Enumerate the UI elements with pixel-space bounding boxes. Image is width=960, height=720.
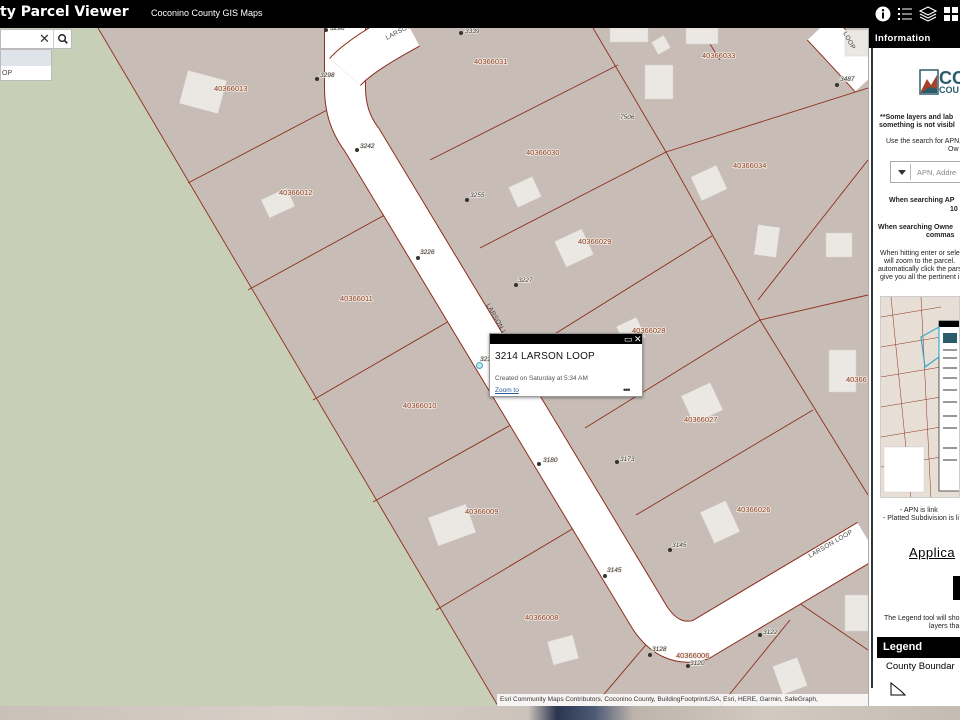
svg-text:3226: 3226 <box>420 249 435 256</box>
chevron-down-icon[interactable] <box>893 164 911 180</box>
parcel-label: 40366031 <box>474 57 507 66</box>
app-header: ty Parcel Viewer Coconino County GIS Map… <box>0 0 960 28</box>
panel-scrollbar[interactable] <box>871 48 873 688</box>
parcel-label: 40366012 <box>279 188 312 197</box>
search-box: ✕ <box>0 29 72 49</box>
svg-text:3122: 3122 <box>763 629 778 636</box>
map-view[interactable]: 40366013 40366031 40366033 40366030 4036… <box>0 28 868 706</box>
parcel-label: 40366013 <box>214 84 247 93</box>
help-text: - Platted Subdivision is li <box>883 515 959 522</box>
svg-text:7506: 7506 <box>620 114 635 121</box>
svg-text:3255: 3255 <box>470 192 485 199</box>
svg-text:3120: 3120 <box>690 660 705 667</box>
popup-titlebar: ▭ ✕ <box>490 334 642 344</box>
svg-text:3145: 3145 <box>607 567 622 574</box>
parcel-label: 40366030 <box>526 148 559 157</box>
zoom-to-link[interactable]: Zoom to <box>495 387 519 394</box>
parcel-label: 40366027 <box>684 415 717 424</box>
close-icon[interactable]: ✕ <box>634 334 642 344</box>
svg-text:3227: 3227 <box>518 277 533 284</box>
suggestion-item[interactable] <box>1 50 51 66</box>
help-text: layers tha <box>929 623 960 630</box>
search-type-select[interactable]: APN, Addre <box>890 161 960 183</box>
county-logo-mark <box>919 69 939 95</box>
boundary-swatch-icon <box>890 681 907 696</box>
parcel-label: 40366010 <box>403 401 436 410</box>
help-text: commas <box>926 232 955 239</box>
parcel-label: 40366029 <box>578 237 611 246</box>
search-suggestions: OP <box>0 49 52 81</box>
parcel-label: 40366033 <box>702 51 735 60</box>
applications-link[interactable]: Applica <box>909 545 955 560</box>
county-logo: CO COU <box>919 69 960 97</box>
layers-icon[interactable] <box>919 5 937 23</box>
search-icon[interactable] <box>53 30 72 48</box>
application-button[interactable] <box>953 576 960 600</box>
svg-text:3145: 3145 <box>672 542 687 549</box>
background-image-strip <box>0 706 960 720</box>
parcel-map[interactable]: 40366013 40366031 40366033 40366030 4036… <box>0 28 868 706</box>
svg-text:3128: 3128 <box>652 646 667 653</box>
svg-text:3339: 3339 <box>465 28 480 35</box>
legend-header: Legend <box>877 637 960 658</box>
help-text: Ow <box>948 146 959 153</box>
dock-icon[interactable]: ▭ <box>624 334 633 344</box>
parcel-label: 40366026 <box>737 505 770 514</box>
help-text: When searching AP <box>889 197 955 204</box>
legend-list-icon[interactable] <box>896 5 914 23</box>
info-icon[interactable] <box>874 5 892 23</box>
parcel-label: 40366 <box>846 375 867 384</box>
parcel-label: 40366009 <box>465 507 498 516</box>
map-attribution: Esri Community Maps Contributors, Coconi… <box>497 694 868 706</box>
parcel-label: 40366011 <box>340 294 373 303</box>
selected-feature-marker[interactable] <box>476 362 483 369</box>
clear-search-icon[interactable]: ✕ <box>39 31 50 47</box>
svg-text:3242: 3242 <box>360 143 375 150</box>
grid-icon[interactable] <box>942 5 960 23</box>
legend-item-label: County Boundar <box>886 661 955 672</box>
help-screenshot-thumbnail <box>880 296 960 498</box>
app-title: ty Parcel Viewer <box>0 4 129 20</box>
svg-text:3487: 3487 <box>840 76 855 83</box>
panel-title: Information <box>869 28 960 48</box>
svg-text:3296: 3296 <box>330 28 345 32</box>
search-input[interactable] <box>1 30 37 48</box>
suggestion-item-label[interactable]: OP <box>1 66 51 82</box>
popup-title: 3214 LARSON LOOP <box>495 351 595 362</box>
parcel-label: 40366034 <box>733 161 766 170</box>
svg-text:3173: 3173 <box>620 456 635 463</box>
svg-text:3298: 3298 <box>320 72 335 79</box>
parcel-label: 40366008 <box>525 613 558 622</box>
note-line: something is not visibl <box>879 122 955 129</box>
parcel-label: 40366006 <box>676 651 709 660</box>
help-text: 10 <box>950 206 958 213</box>
select-placeholder: APN, Addre <box>917 168 957 177</box>
more-options-icon[interactable]: ••• <box>623 385 631 395</box>
feature-popup: ▭ ✕ 3214 LARSON LOOP Created on Saturday… <box>489 333 643 397</box>
app-subtitle: Coconino County GIS Maps <box>151 8 263 18</box>
svg-text:3180: 3180 <box>543 457 558 464</box>
help-text: give you all the pertinent i <box>880 274 960 281</box>
popup-created-date: Created on Saturday at 5:34 AM <box>495 375 588 382</box>
